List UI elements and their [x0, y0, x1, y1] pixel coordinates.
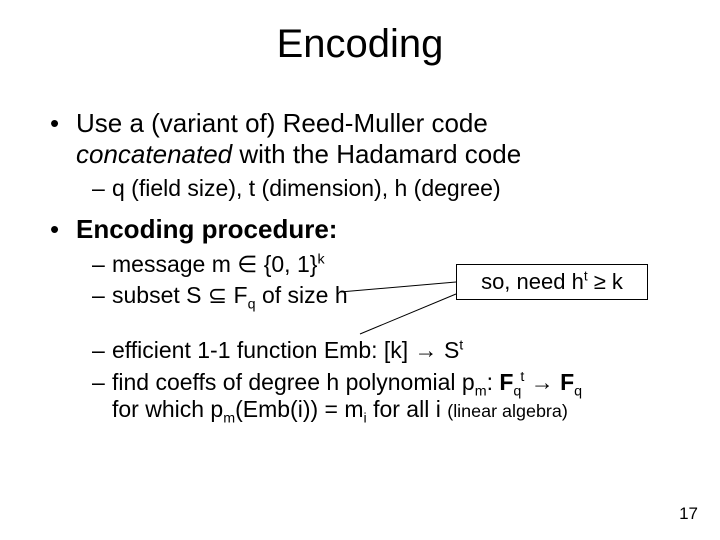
text: Encoding procedure:	[76, 214, 337, 244]
superscript-k: k	[317, 251, 324, 267]
symbol-ge: ≥	[588, 269, 612, 294]
slide-title: Encoding	[0, 22, 720, 67]
callout-need-ht-ge-k: so, need ht ≥ k	[456, 264, 648, 300]
text: Use a (variant of)	[76, 108, 283, 138]
subscript-q: q	[574, 383, 582, 399]
bullet-encoding-procedure: Encoding procedure:	[50, 214, 680, 245]
bullet-reed-muller: Use a (variant of) Reed-Muller code conc…	[50, 108, 680, 169]
text: of size h	[256, 282, 348, 308]
bullet-params: q (field size), t (dimension), h (degree…	[50, 175, 680, 202]
text: so, need h	[481, 269, 584, 294]
bullet-emb: efficient 1-1 function Emb: [k] → St	[50, 337, 680, 364]
symbol-subset-eq: ⊆	[208, 282, 227, 308]
text-concatenated: concatenated	[76, 139, 232, 169]
bullet-polynomial: find coeffs of degree h polynomial pm: F…	[50, 369, 680, 423]
superscript-t: t	[459, 338, 463, 354]
text: (Emb(i)) = m	[235, 396, 363, 422]
text: :	[487, 369, 500, 395]
text-reed-muller: Reed-Muller code	[283, 108, 488, 138]
bold-F: F	[560, 369, 574, 395]
subscript-q: q	[513, 383, 521, 399]
text-note: (linear algebra)	[447, 401, 568, 421]
text: F	[227, 282, 247, 308]
text: for which p	[112, 396, 223, 422]
text: with the Hadamard code	[232, 139, 521, 169]
arrow: →	[524, 369, 560, 395]
text: {0, 1}	[257, 251, 317, 277]
symbol-element-of: ∈	[237, 251, 257, 277]
subscript-m: m	[475, 383, 487, 399]
page-number: 17	[679, 504, 698, 524]
text: find coeffs of degree h polynomial p	[112, 369, 475, 395]
text: efficient 1-1 function Emb: [k] → S	[112, 337, 459, 363]
subscript-q: q	[248, 297, 256, 313]
text: q (field size), t (dimension), h (degree…	[112, 175, 501, 201]
text: subset S	[112, 282, 208, 308]
bold-F: F	[499, 369, 513, 395]
text: for all i	[367, 396, 448, 422]
text: message m	[112, 251, 237, 277]
subscript-m: m	[223, 410, 235, 426]
text: k	[612, 269, 623, 294]
